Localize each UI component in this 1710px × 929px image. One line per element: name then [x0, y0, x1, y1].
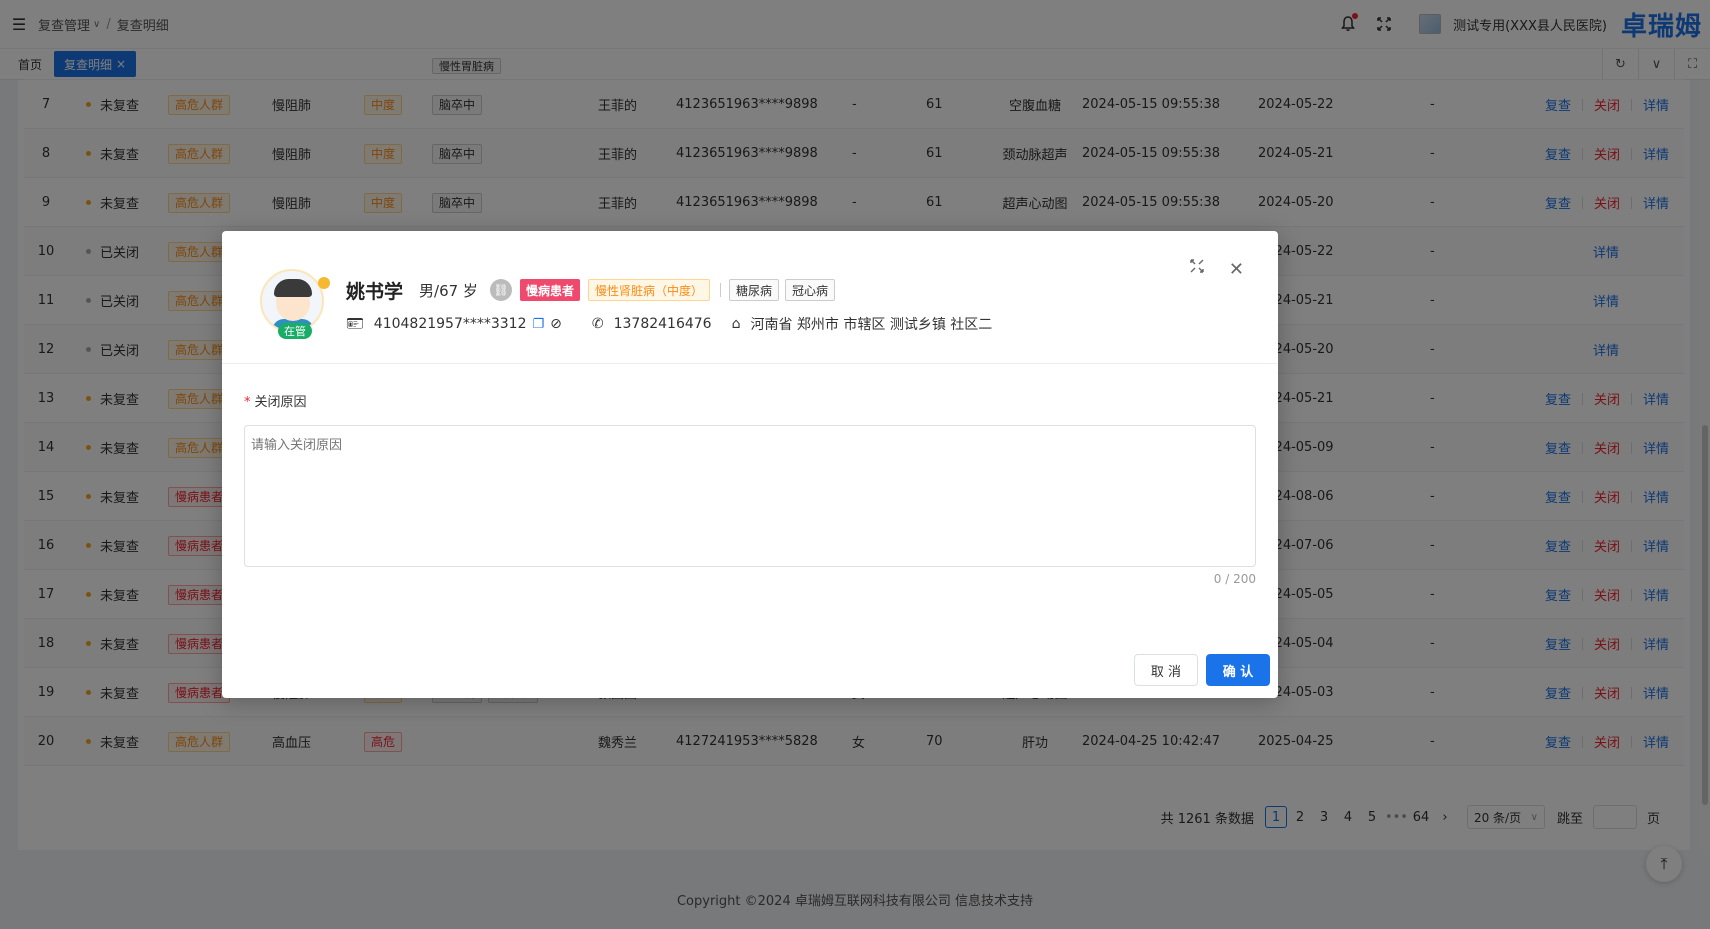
disease-tag: 糖尿病: [728, 279, 779, 301]
cancel-button[interactable]: 取 消: [1134, 654, 1198, 686]
avatar-badge-icon: [318, 277, 330, 289]
expand-icon[interactable]: [1190, 259, 1204, 277]
id-card-icon: 🪪︎: [346, 316, 364, 332]
close-reason-label: * 关闭原因: [244, 391, 307, 410]
required-mark: *: [244, 395, 251, 410]
disease-level-chip: 慢性肾脏病（中度）: [587, 279, 710, 301]
char-count: 0 / 200: [1213, 572, 1256, 586]
avatar-hair: [274, 279, 312, 297]
close-reason-label-text: 关闭原因: [254, 395, 307, 410]
disease-tag: 冠心病: [784, 279, 835, 301]
patient-address: 河南省 郑州市 市辖区 测试乡镇 社区二: [750, 317, 993, 333]
patient-gender-age: 男/67 岁: [419, 281, 478, 300]
patient-status-chip: 在管: [278, 323, 312, 339]
divider: [719, 283, 721, 297]
patient-phone: 13782416476: [613, 316, 712, 332]
patient-name: 姚书学: [346, 280, 404, 303]
close-reason-input[interactable]: [244, 425, 1256, 567]
phone-icon: ✆: [591, 316, 604, 332]
eye-hidden-icon[interactable]: ⊘: [550, 316, 562, 332]
close-reason-modal: ✕ 在管 姚书学 男/67 岁 ⛓ 慢病患者 慢性肾脏病（中度） 糖尿病 冠心病…: [222, 231, 1278, 698]
modal-divider: [222, 363, 1278, 364]
patient-idcard: 4104821957****3312: [373, 316, 527, 332]
link-icon[interactable]: ⛓: [489, 279, 512, 301]
patient-type-chip: 慢病患者: [519, 279, 580, 301]
close-icon[interactable]: ✕: [1229, 259, 1244, 280]
copy-icon[interactable]: ❐: [532, 317, 544, 332]
home-icon: ⌂: [731, 316, 741, 332]
patient-info-line1: 姚书学 男/67 岁 ⛓ 慢病患者 慢性肾脏病（中度） 糖尿病 冠心病: [346, 277, 841, 303]
patient-info-line2: 🪪︎ 4104821957****3312 ❐ ⊘ ✆ 13782416476 …: [346, 313, 992, 335]
confirm-button[interactable]: 确 认: [1206, 654, 1270, 686]
